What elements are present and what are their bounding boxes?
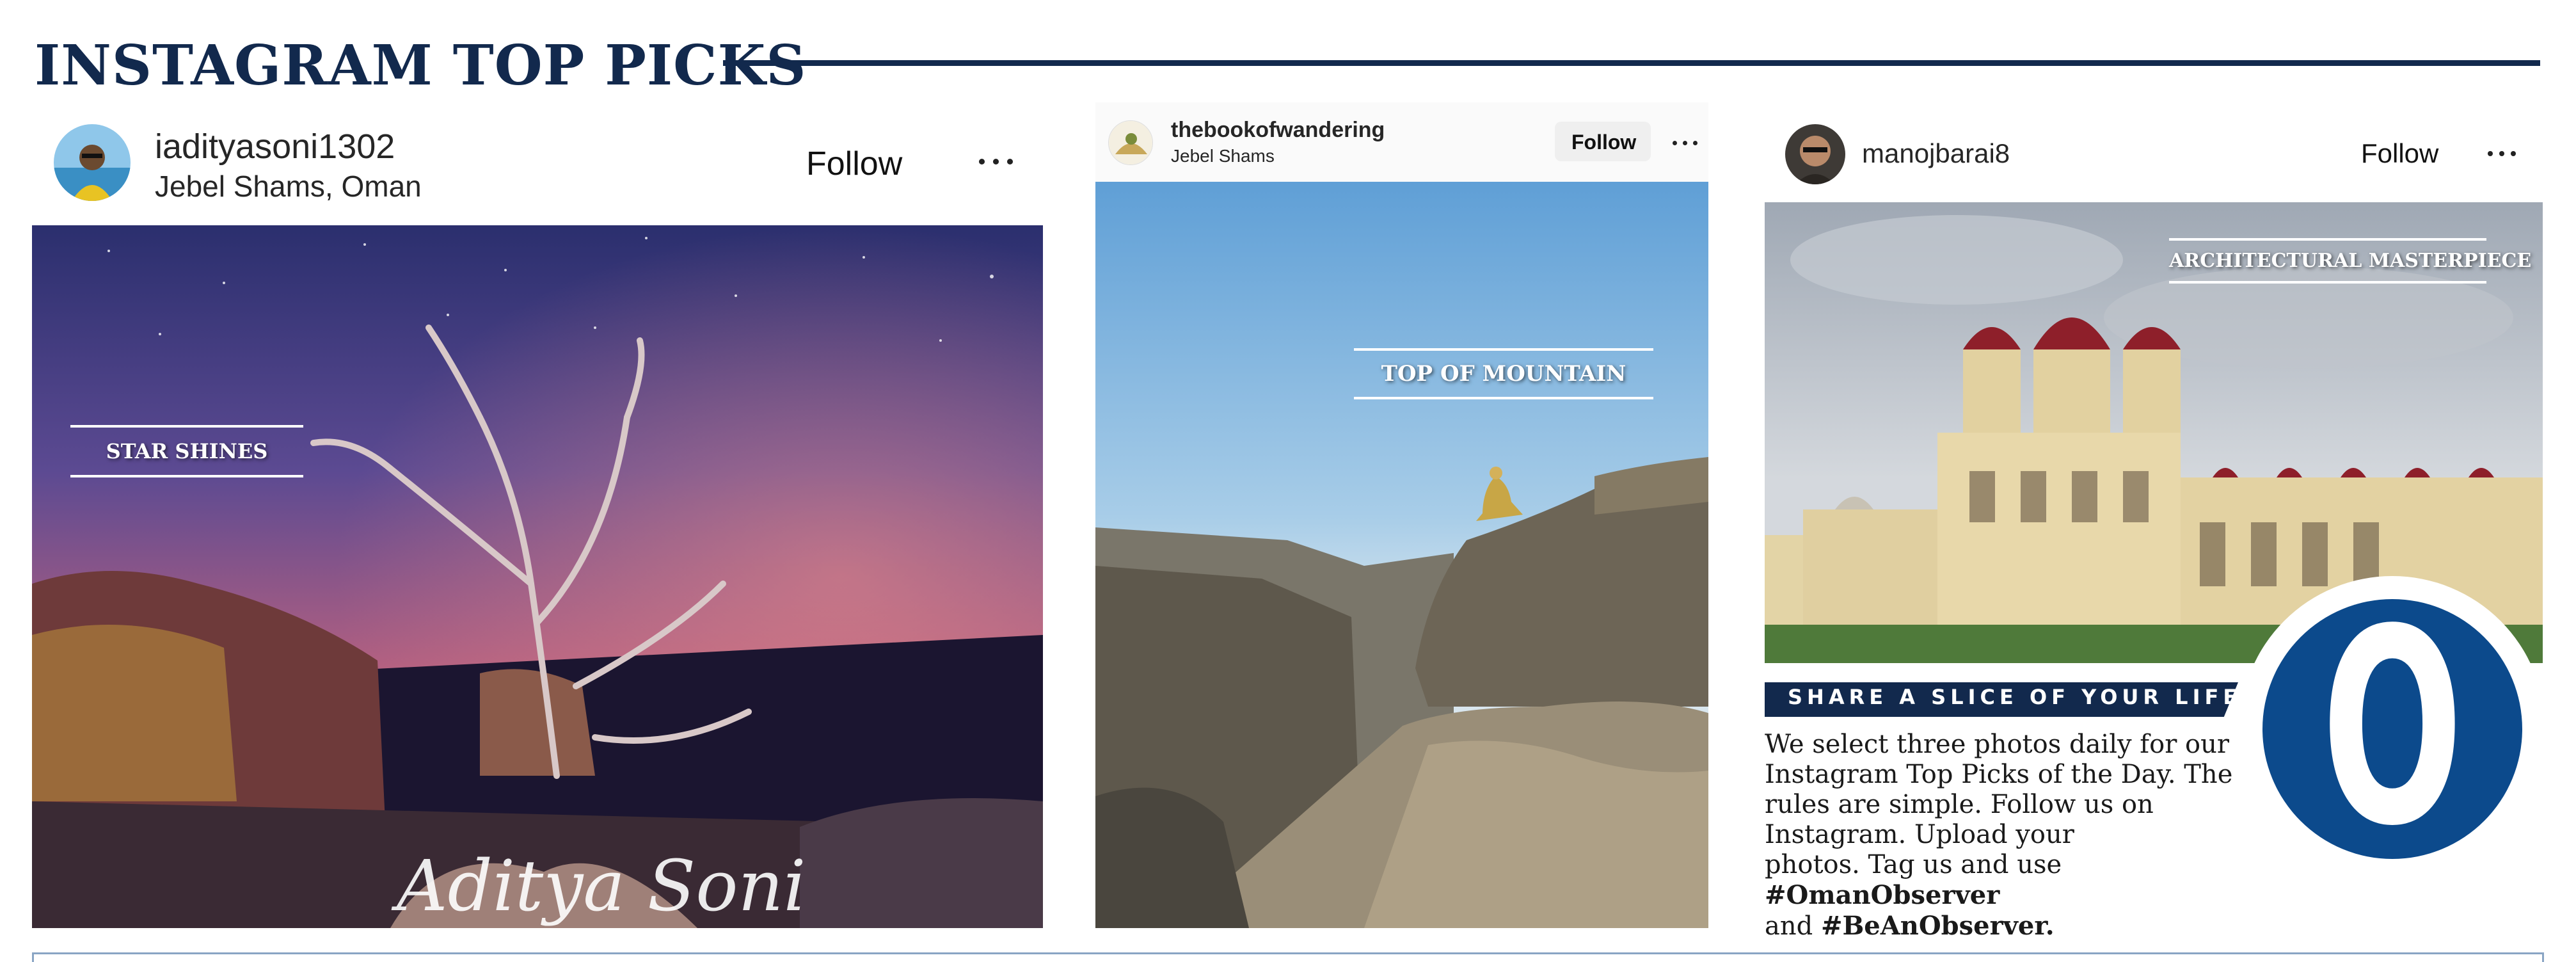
promo-body-line: Instagram Top Picks of the Day. The — [1765, 760, 2233, 789]
promo-body-text: and — [1765, 911, 1821, 941]
avatar[interactable] — [1785, 124, 1845, 184]
more-horizontal-icon[interactable] — [979, 159, 1017, 165]
photo-signature: Aditya Soni — [391, 845, 806, 927]
follow-button[interactable]: Follow — [806, 145, 902, 183]
title-rule — [723, 60, 2540, 66]
photo-caption-label: TOP OF MOUNTAIN — [1354, 348, 1653, 399]
more-horizontal-icon[interactable] — [1673, 141, 1698, 146]
bottom-frame-border — [32, 952, 2544, 962]
photo-caption-label: STAR SHINES — [70, 425, 303, 477]
instagram-post: thebookofwandering Jebel Shams Follow TO… — [1095, 102, 1708, 928]
location[interactable]: Jebel Shams, Oman — [155, 169, 422, 204]
avatar[interactable] — [1108, 120, 1153, 165]
promo-body-line: Instagram. Upload your — [1765, 820, 2074, 849]
promo-body: We select three photos daily for our Ins… — [1765, 730, 2296, 942]
promo-body-line: We select three photos daily for our — [1765, 730, 2229, 759]
promo-body-line: photos. Tag us and use #OmanObserver — [1765, 850, 2296, 911]
hashtag-be-an-observer[interactable]: #BeAnObserver. — [1821, 911, 2055, 941]
follow-button[interactable]: Follow — [1571, 131, 1636, 154]
promo-heading: SHARE A SLICE OF YOUR LIFE — [1788, 685, 2242, 709]
post-photo[interactable]: TOP OF MOUNTAIN — [1095, 182, 1708, 928]
promo-body-text: photos. Tag us and use — [1765, 850, 2062, 879]
photo-caption-label: ARCHITECTURAL MASTERPIECE — [2169, 238, 2531, 284]
promo-body-line: rules are simple. Follow us on — [1765, 790, 2154, 819]
instagram-post: iadityasoni1302 Jebel Shams, Oman Follow — [32, 115, 1043, 928]
page-title: INSTAGRAM TOP PICKS — [35, 33, 807, 98]
hashtag-oman-observer[interactable]: #OmanObserver — [1765, 880, 2000, 910]
location[interactable]: Jebel Shams — [1171, 146, 1275, 166]
more-horizontal-icon[interactable] — [2488, 151, 2520, 156]
username[interactable]: iadityasoni1302 — [155, 127, 395, 166]
username[interactable]: manojbarai8 — [1862, 138, 2010, 169]
follow-button[interactable]: Follow — [2361, 138, 2438, 169]
post-photo[interactable]: Aditya Soni STAR SHINES — [32, 225, 1043, 928]
promo-body-line: and #BeAnObserver. — [1765, 911, 2296, 942]
username[interactable]: thebookofwandering — [1171, 118, 1385, 143]
post-header: thebookofwandering Jebel Shams Follow — [1095, 102, 1708, 182]
logo-letter: O — [2321, 572, 2463, 885]
avatar[interactable] — [54, 124, 131, 201]
